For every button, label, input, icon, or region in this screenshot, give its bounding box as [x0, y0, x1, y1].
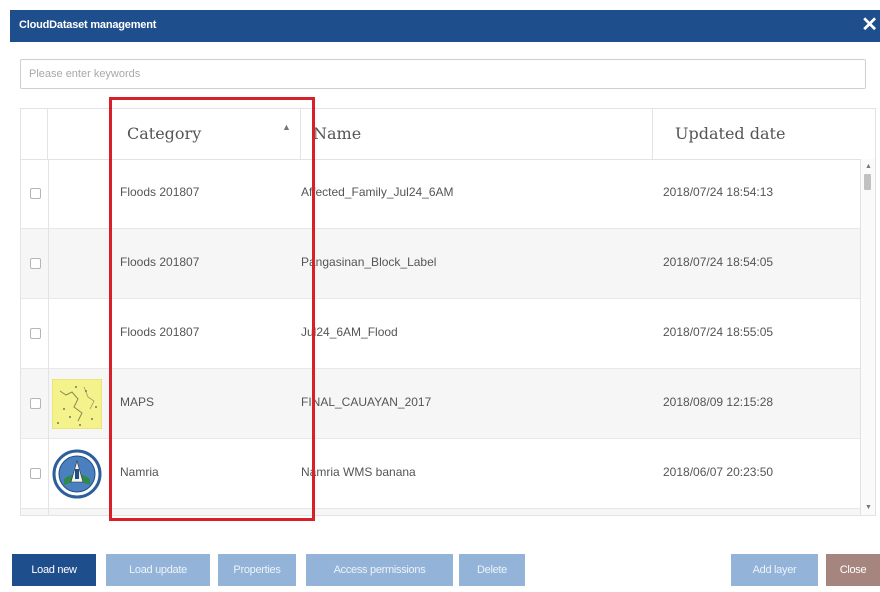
load-new-button[interactable]: Load new: [12, 554, 96, 586]
seal-thumbnail-icon: [52, 449, 102, 499]
row-category: Floods 201807: [120, 185, 200, 199]
search-input[interactable]: [20, 59, 866, 89]
table-row[interactable]: Namria Namria WMS banana 2018/06/07 20:2…: [21, 439, 861, 509]
column-header-updated-date[interactable]: Updated date: [653, 109, 861, 159]
row-checkbox[interactable]: [30, 188, 41, 199]
table-row[interactable]: [21, 509, 861, 515]
row-checkbox[interactable]: [30, 258, 41, 269]
table-row[interactable]: Floods 201807 Affected_Family_Jul24_6AM …: [21, 159, 861, 229]
row-category: Floods 201807: [120, 325, 200, 339]
table-row[interactable]: MAPS FINAL_CAUAYAN_2017 2018/08/09 12:15…: [21, 369, 861, 439]
row-checkbox[interactable]: [30, 468, 41, 479]
row-category: Namria: [120, 465, 159, 479]
column-divider: [48, 159, 49, 515]
row-updated-date: 2018/08/09 12:15:28: [663, 395, 774, 409]
row-name: Namria WMS banana: [301, 465, 416, 479]
row-checkbox[interactable]: [30, 328, 41, 339]
table-scrollbar[interactable]: ▲ ▼: [860, 159, 875, 515]
dialog-title: CloudDataset management: [19, 19, 157, 31]
close-icon[interactable]: ✕: [861, 14, 878, 36]
scroll-down-icon[interactable]: ▼: [865, 504, 872, 511]
access-permissions-button[interactable]: Access permissions: [306, 554, 453, 586]
row-name: Jul24_6AM_Flood: [301, 325, 398, 339]
row-updated-date: 2018/07/24 18:55:05: [663, 325, 774, 339]
map-thumbnail-icon: [52, 379, 102, 429]
row-updated-date: 2018/07/24 18:54:05: [663, 255, 774, 269]
table-header: Category ▲ Name Updated date: [21, 109, 861, 160]
scroll-up-icon[interactable]: ▲: [865, 163, 872, 170]
row-name: Pangasinan_Block_Label: [301, 255, 437, 269]
column-label-updated-date: Updated date: [675, 124, 786, 143]
column-header-name[interactable]: Name: [301, 109, 653, 159]
sort-ascending-icon[interactable]: ▲: [282, 122, 291, 132]
table-row[interactable]: Floods 201807 Jul24_6AM_Flood 2018/07/24…: [21, 299, 861, 369]
row-updated-date: 2018/07/24 18:54:13: [663, 185, 774, 199]
delete-button[interactable]: Delete: [459, 554, 525, 586]
column-label-category: Category: [127, 124, 202, 143]
row-category: MAPS: [120, 395, 155, 409]
column-divider: [111, 159, 112, 515]
row-name: FINAL_CAUAYAN_2017: [301, 395, 432, 409]
header-checkbox-cell: [21, 109, 48, 159]
load-update-button[interactable]: Load update: [106, 554, 210, 586]
row-category: Floods 201807: [120, 255, 200, 269]
dialog-title-bar: CloudDataset management ✕: [10, 10, 880, 42]
properties-button[interactable]: Properties: [218, 554, 296, 586]
row-name: Affected_Family_Jul24_6AM: [301, 185, 454, 199]
table-row[interactable]: Floods 201807 Pangasinan_Block_Label 201…: [21, 229, 861, 299]
add-layer-button[interactable]: Add layer: [731, 554, 818, 586]
row-checkbox[interactable]: [30, 398, 41, 409]
scroll-thumb[interactable]: [864, 174, 871, 190]
dataset-table: Category ▲ Name Updated date Floods 2018…: [20, 108, 876, 516]
close-button[interactable]: Close: [826, 554, 880, 586]
header-thumbnail-cell: [48, 109, 111, 159]
row-updated-date: 2018/06/07 20:23:50: [663, 465, 774, 479]
column-label-name: Name: [313, 124, 362, 143]
column-header-category[interactable]: Category ▲: [111, 109, 301, 159]
